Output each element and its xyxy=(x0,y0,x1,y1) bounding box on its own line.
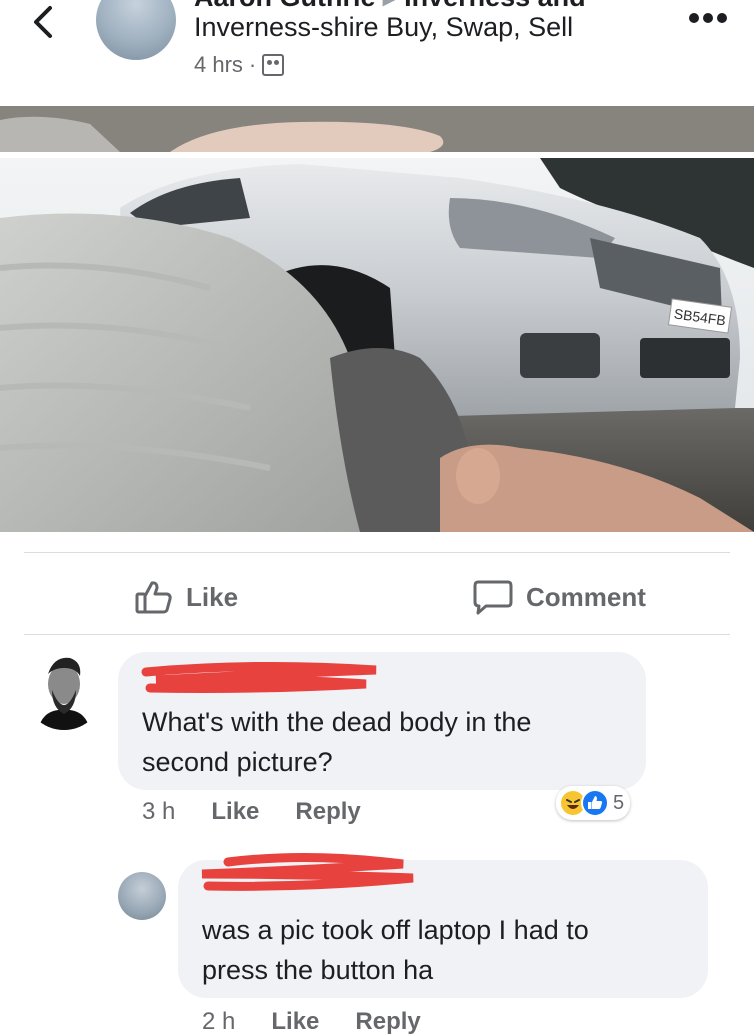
like-icon xyxy=(581,789,609,817)
comment-like-link[interactable]: Like xyxy=(211,798,259,826)
thumbs-up-icon xyxy=(135,581,172,614)
comment-label: Comment xyxy=(526,581,646,612)
post-time[interactable]: 4 hrs xyxy=(194,52,243,78)
reply-time[interactable]: 2 h xyxy=(202,1008,235,1036)
back-button[interactable] xyxy=(24,2,74,46)
comment-meta: 3 h Like Reply xyxy=(142,798,361,826)
group-icon xyxy=(262,54,285,76)
reply-text-line-1: was a pic took off laptop I had to xyxy=(202,915,589,945)
like-button[interactable]: Like xyxy=(134,578,238,616)
post-photo-1[interactable] xyxy=(0,106,754,152)
reply-bubble: was a pic took off laptop I had to press… xyxy=(178,852,708,998)
chevron-left-icon xyxy=(34,6,52,38)
action-bar-top-divider xyxy=(24,552,730,553)
reply-reply-link[interactable]: Reply xyxy=(355,1008,420,1036)
comment-text-line-2: second picture? xyxy=(142,747,333,777)
commenter-photo xyxy=(24,650,104,730)
reply-author-avatar[interactable] xyxy=(118,872,166,920)
reaction-count: 5 xyxy=(613,791,625,814)
reply-meta: 2 h Like Reply xyxy=(202,1008,421,1036)
redaction-scribble xyxy=(201,852,414,891)
post-meta: 4 hrs · xyxy=(194,52,285,78)
comment-bubble: What's with the dead body in the second … xyxy=(118,652,646,790)
comment-button[interactable]: Comment xyxy=(472,578,646,616)
reaction-summary[interactable]: 5 xyxy=(556,786,631,820)
comment-text: What's with the dead body in the second … xyxy=(142,702,531,782)
comment-bubble-icon xyxy=(473,580,513,615)
redaction-scribble xyxy=(141,661,377,693)
reply-like-link[interactable]: Like xyxy=(271,1008,319,1036)
action-bar-bottom-divider xyxy=(24,634,730,635)
reply-text: was a pic took off laptop I had to press… xyxy=(202,910,589,990)
comment-time[interactable]: 3 h xyxy=(142,798,175,826)
group-name[interactable]: Inverness-shire Buy, Swap, Sell xyxy=(194,12,573,43)
group-avatar[interactable] xyxy=(96,0,176,60)
group-name-prefix[interactable]: Inverness and xyxy=(404,0,586,12)
comment-reply-link[interactable]: Reply xyxy=(295,798,360,826)
post-photo-2[interactable]: SB54FB xyxy=(0,158,754,532)
post-author-name[interactable]: Aaron Guthrie xyxy=(194,0,376,12)
more-options-button[interactable] xyxy=(686,4,730,32)
reply-text-line-2: press the button ha xyxy=(202,955,434,985)
commenter-avatar[interactable] xyxy=(24,650,104,730)
photo-1-image xyxy=(0,106,754,152)
meta-separator: · xyxy=(248,52,257,77)
more-dots-icon xyxy=(689,13,727,23)
like-label: Like xyxy=(186,581,239,612)
photo-2-image: SB54FB xyxy=(0,158,754,532)
comment-text-line-1: What's with the dead body in the xyxy=(142,707,532,737)
